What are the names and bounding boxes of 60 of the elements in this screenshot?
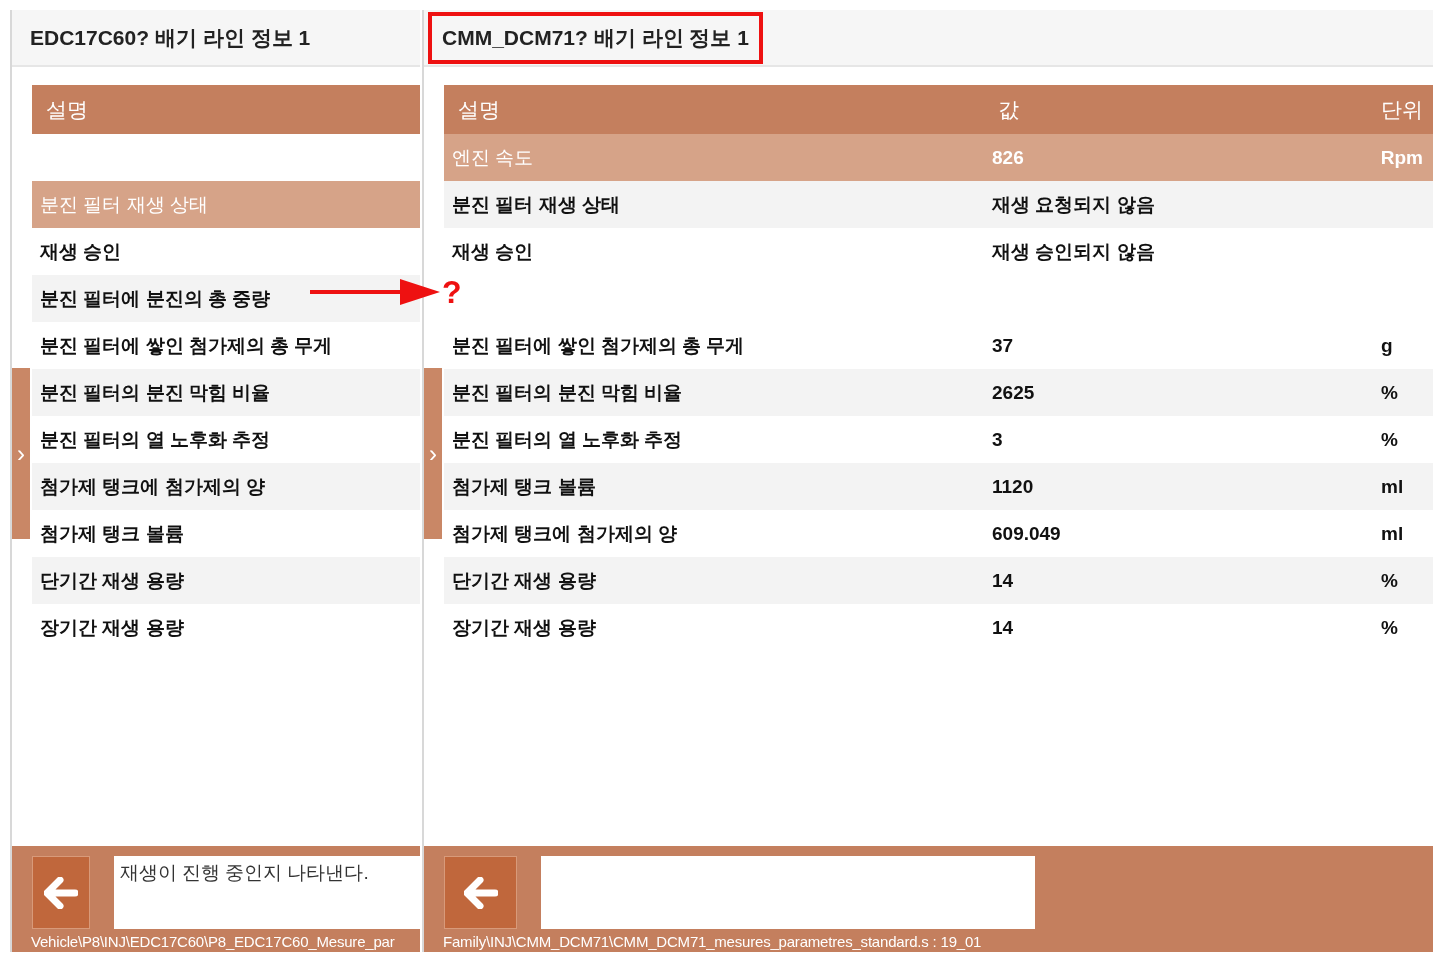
back-arrow-icon xyxy=(463,876,498,909)
table-cell-text: 분진 필터의 분진 막힘 비율 xyxy=(39,380,271,405)
table-cell: % xyxy=(1381,569,1398,592)
table-cell: ml xyxy=(1381,522,1404,545)
column-header: 값 xyxy=(997,96,1020,123)
column-header: 설명 xyxy=(457,96,501,123)
table-cell-text: 첨가제 탱크에 첨가제의 양 xyxy=(39,474,265,499)
table-cell-text: 장기간 재생 용량 xyxy=(39,615,184,640)
table-cell-text: 분진 필터의 분진 막힘 비율 xyxy=(451,380,683,405)
table-row[interactable]: 분진 필터 재생 상태 재생 요청되지 않음 xyxy=(444,181,1433,228)
table-cell-text: 분진 필터 재생 상태 xyxy=(39,192,208,217)
file-path: Family\INJ\CMM_DCM71\CMM_DCM71_mesures_parametres_standard.s : 19_01 xyxy=(443,933,982,950)
table-cell: ml xyxy=(1381,475,1404,498)
table-row[interactable]: 분진 필터에 분진의 총 중량 xyxy=(32,275,420,322)
table-cell-text: Rpm xyxy=(1380,146,1424,169)
table-cell-text: 재생 승인 xyxy=(451,239,534,264)
back-arrow-icon xyxy=(43,876,78,909)
table-row[interactable]: 분진 필터의 분진 막힘 비율 2625 % xyxy=(444,369,1433,416)
column-header: 설명 xyxy=(45,96,89,123)
table-cell-text: 분진 필터의 열 노후화 추정 xyxy=(39,427,271,452)
table-cell-text: 분진 필터 재생 상태 xyxy=(451,192,620,217)
table-cell-text: 단기간 재생 용량 xyxy=(39,568,184,593)
table-row[interactable]: 단기간 재생 용량 14 % xyxy=(444,557,1433,604)
panel-title: CMM_DCM71? 배기 라인 정보 1 xyxy=(442,24,749,51)
back-button[interactable] xyxy=(444,856,517,929)
column-header: 단위 xyxy=(1381,96,1424,123)
table-row[interactable]: 단기간 재생 용량 xyxy=(32,557,420,604)
table-cell-text: 14 xyxy=(991,569,1014,592)
table-cell-text: 장기간 재생 용량 xyxy=(451,615,596,640)
table-cell-text: 단기간 재생 용량 xyxy=(451,568,596,593)
table-cell-text: 826 xyxy=(991,146,1024,169)
table-cell-text: 재생 요청되지 않음 xyxy=(991,192,1155,217)
table-cell-text: 분진 필터에 쌓인 첨가제의 총 무게 xyxy=(39,333,333,358)
table-cell-text: 609.049 xyxy=(991,522,1061,545)
table-cell-text: 첨가제 탱크 볼륨 xyxy=(39,521,184,546)
table-row[interactable]: 첨가제 탱크 볼륨 1120 ml xyxy=(444,463,1433,510)
table-cell-text: 첨가제 탱크 볼륨 xyxy=(451,474,596,499)
table-cell-text: 분진 필터의 열 노후화 추정 xyxy=(451,427,683,452)
table-cell: g xyxy=(1381,334,1393,357)
table-cell-text: 분진 필터에 분진의 총 중량 xyxy=(39,286,271,311)
table-cell-text: 37 xyxy=(991,334,1014,357)
description-box: 재생이 진행 중인지 나타낸다. xyxy=(113,856,420,929)
table-cell-text: 첨가제 탱크에 첨가제의 양 xyxy=(451,521,677,546)
table-cell-text: 분진 필터에 쌓인 첨가제의 총 무게 xyxy=(451,333,745,358)
table-cell-text: 엔진 속도 xyxy=(451,145,534,170)
file-path: Vehicle\P8\INJ\EDC17C60\P8_EDC17C60_Mesure_par xyxy=(31,933,395,950)
table-row[interactable]: 분진 필터의 분진 막힘 비율 xyxy=(32,369,420,416)
table-cell: % xyxy=(1381,428,1398,451)
table-row[interactable]: 첨가제 탱크에 첨가제의 양 xyxy=(32,463,420,510)
table-cell-text: 14 xyxy=(991,616,1014,639)
back-button[interactable] xyxy=(32,856,90,929)
table-cell-text: 3 xyxy=(991,428,1003,451)
table-cell: % xyxy=(1381,381,1398,404)
table-cell-text: 재생 승인되지 않음 xyxy=(991,239,1155,264)
annotation-label: ? xyxy=(442,276,462,308)
table-cell-text: 1120 xyxy=(991,475,1034,498)
table-cell-text: 재생 승인 xyxy=(39,239,122,264)
table-cell: % xyxy=(1381,616,1398,639)
panel-title: EDC17C60? 배기 라인 정보 1 xyxy=(30,24,311,51)
table-cell-text: 2625 xyxy=(991,381,1035,404)
